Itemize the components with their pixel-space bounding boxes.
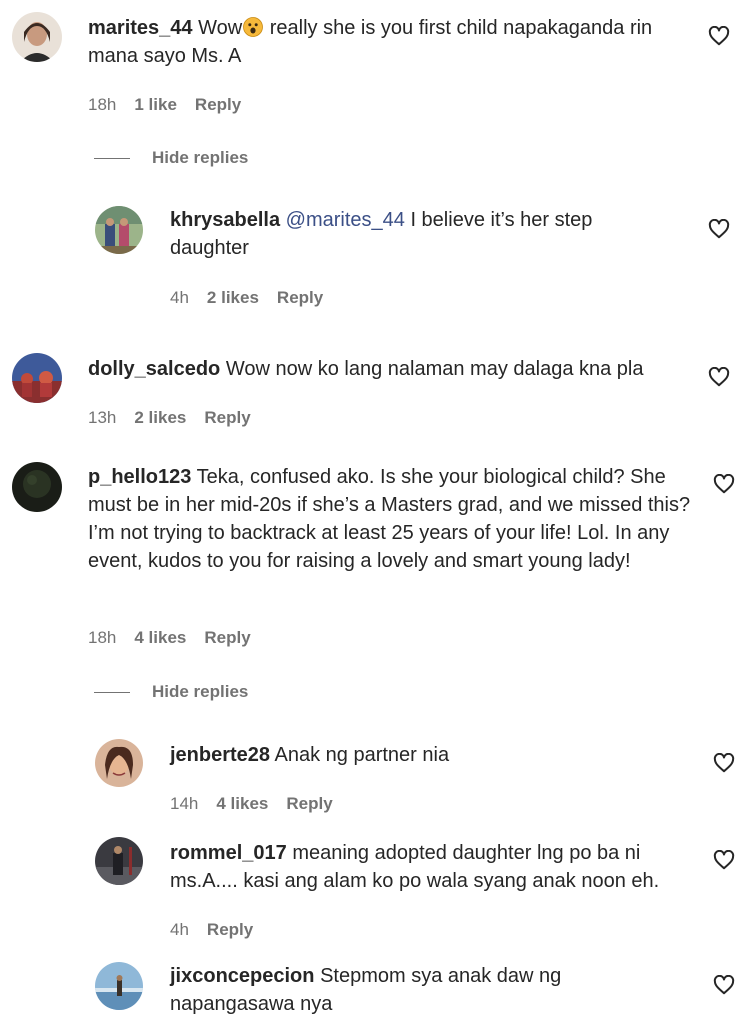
heart-outline-icon[interactable]: [708, 26, 730, 46]
comment-meta: 4h Reply: [170, 920, 271, 940]
comment-meta: 18h 4 likes Reply: [88, 628, 269, 648]
comment-meta: 13h 2 likes Reply: [88, 408, 269, 428]
hide-replies-button[interactable]: Hide replies: [94, 682, 248, 702]
avatar-jixconcepecion[interactable]: [95, 962, 143, 1010]
comment-body: marites_44 Wow really she is you first c…: [88, 14, 678, 70]
timestamp: 18h: [88, 628, 117, 647]
comment-text: Anak ng partner nia: [274, 744, 450, 766]
timestamp: 4h: [170, 920, 189, 939]
avatar-marites-44[interactable]: [12, 12, 62, 62]
reply-button[interactable]: Reply: [195, 95, 241, 115]
comment-text: Wow now ko lang nalaman may dalaga kna p…: [225, 358, 644, 380]
comment-meta: 14h 4 likes Reply: [170, 794, 351, 814]
comment-meta: 4h 2 likes Reply: [170, 288, 341, 308]
reply-button[interactable]: Reply: [277, 288, 323, 308]
timestamp: 14h: [170, 794, 199, 813]
hide-replies-button[interactable]: Hide replies: [94, 148, 248, 168]
likes-count[interactable]: 4 likes: [134, 628, 186, 648]
likes-count[interactable]: 4 likes: [216, 794, 268, 814]
comment-body: jixconcepecion Stepmom sya anak daw ng n…: [170, 962, 650, 1018]
heart-outline-icon[interactable]: [713, 753, 735, 773]
heart-outline-icon[interactable]: [713, 850, 735, 870]
username[interactable]: rommel_017: [170, 842, 287, 864]
comment-meta: 18h 1 like Reply: [88, 95, 259, 115]
comment-body: p_hello123 Teka, confused ako. Is she yo…: [88, 463, 698, 575]
username[interactable]: p_hello123: [88, 466, 191, 488]
divider: [94, 158, 130, 160]
heart-outline-icon[interactable]: [708, 367, 730, 387]
likes-count[interactable]: 2 likes: [207, 288, 259, 308]
comment-text: Wow: [198, 17, 243, 39]
astonished-face-emoji: [243, 17, 264, 37]
comment-body: khrysabella @marites_44 I believe it’s h…: [170, 206, 650, 262]
timestamp: 13h: [88, 408, 117, 427]
username[interactable]: jixconcepecion: [170, 965, 315, 987]
username[interactable]: marites_44: [88, 17, 193, 39]
heart-outline-icon[interactable]: [713, 474, 735, 494]
divider: [94, 692, 130, 694]
hide-replies-label: Hide replies: [152, 682, 249, 701]
reply-button[interactable]: Reply: [286, 794, 332, 814]
timestamp: 4h: [170, 288, 189, 307]
avatar-khrysabella[interactable]: [95, 206, 143, 254]
reply-button[interactable]: Reply: [207, 920, 253, 940]
comment-body: dolly_salcedo Wow now ko lang nalaman ma…: [88, 355, 688, 383]
reply-button[interactable]: Reply: [204, 628, 250, 648]
username[interactable]: khrysabella: [170, 209, 280, 231]
reply-button[interactable]: Reply: [204, 408, 250, 428]
comment-body: rommel_017 meaning adopted daughter lng …: [170, 839, 690, 895]
username[interactable]: dolly_salcedo: [88, 358, 220, 380]
heart-outline-icon[interactable]: [713, 975, 735, 995]
avatar-p-hello123[interactable]: [12, 462, 62, 512]
comment-body: jenberte28 Anak ng partner nia: [170, 741, 650, 769]
mention-link[interactable]: @marites_44: [286, 209, 405, 231]
avatar-jenberte28[interactable]: [95, 739, 143, 787]
timestamp: 18h: [88, 95, 117, 114]
hide-replies-label: Hide replies: [152, 148, 249, 167]
heart-outline-icon[interactable]: [708, 219, 730, 239]
likes-count[interactable]: 2 likes: [134, 408, 186, 428]
avatar-dolly-salcedo[interactable]: [12, 353, 62, 403]
avatar-rommel-017[interactable]: [95, 837, 143, 885]
likes-count[interactable]: 1 like: [134, 95, 177, 115]
username[interactable]: jenberte28: [170, 744, 270, 766]
